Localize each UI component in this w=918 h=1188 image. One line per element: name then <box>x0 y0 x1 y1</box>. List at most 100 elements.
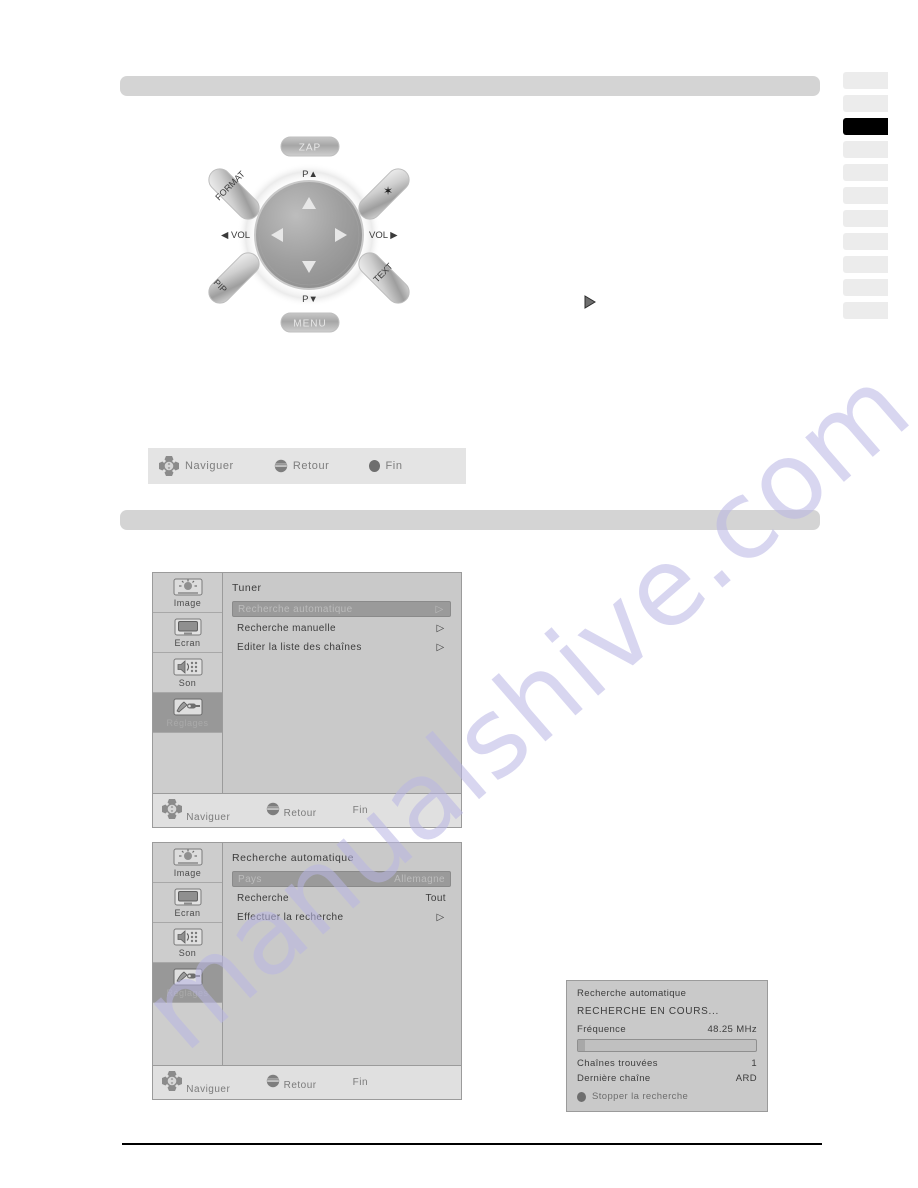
sidebar-empty-area <box>153 1003 222 1065</box>
menu-item-label: Recherche manuelle <box>237 622 336 634</box>
osd-sidebar: Image Ecran Son Réglages <box>153 843 223 1065</box>
menu-item-value: Allemagne <box>394 873 445 885</box>
osd-body: Image Ecran <box>153 843 461 1065</box>
submenu-arrow-icon: ▷ <box>436 622 445 634</box>
chapter-tab-6[interactable] <box>843 210 888 227</box>
sidebar-item-reglages[interactable]: Réglages <box>153 693 222 733</box>
remote-label-mute-icon: ✶ <box>383 184 393 198</box>
chapter-tab-7[interactable] <box>843 233 888 250</box>
menu-item-recherche[interactable]: Recherche Tout <box>232 890 451 906</box>
nav-hint-end[interactable]: Fin <box>353 805 368 816</box>
end-button-icon <box>369 460 381 472</box>
nav-hint-navigate[interactable]: Naviguer <box>161 798 230 823</box>
nav-hint-end-label: Fin <box>352 1077 369 1088</box>
remote-zap-label: ZAP <box>299 143 321 154</box>
osd-menu-recherche-automatique: Image Ecran Son Réglages Recherche autom… <box>152 842 462 1100</box>
stop-search-button[interactable]: Stopper la recherche <box>577 1091 757 1102</box>
chapter-tab-8[interactable] <box>843 256 888 273</box>
sidebar-item-label: Son <box>178 948 197 958</box>
submenu-arrow-icon: ▷ <box>436 641 445 653</box>
channels-found-value: 1 <box>751 1058 757 1069</box>
osd-content: Recherche automatique Pays Allemagne Rec… <box>223 843 461 1065</box>
sidebar-item-reglages[interactable]: Réglages <box>153 963 222 1003</box>
nav-hint-navigate[interactable]: Naviguer <box>158 455 234 477</box>
nav-hint-end[interactable]: Fin <box>353 1077 368 1088</box>
menu-item-label: Recherche automatique <box>238 603 353 615</box>
nav-hint-back[interactable]: Retour <box>266 1074 316 1091</box>
sidebar-item-label: Réglages <box>166 988 209 998</box>
sidebar-item-label: Image <box>173 598 202 608</box>
chapter-tab-1[interactable] <box>843 95 888 112</box>
sidebar-item-son[interactable]: Son <box>153 923 222 963</box>
chapter-tab-9[interactable] <box>843 279 888 296</box>
osd-sidebar: Image Ecran Son Réglages <box>153 573 223 793</box>
remote-menu-label: MENU <box>293 319 326 330</box>
dpad-icon <box>159 456 179 476</box>
settings-icon <box>171 697 205 717</box>
section-heading-bar-1 <box>120 76 820 96</box>
menu-item-editer-liste-chaines[interactable]: Editer la liste des chaînes ▷ <box>232 639 451 655</box>
osd-nav-hint-bar: Naviguer Retour Fin <box>153 1065 461 1099</box>
remote-label-vol-left: ◀ VOL <box>221 230 250 241</box>
chapter-tab-4[interactable] <box>843 164 888 181</box>
footer-rule <box>122 1143 822 1145</box>
nav-hint-navigate[interactable]: Naviguer <box>161 1070 230 1095</box>
nav-hint-navigate-label: Naviguer <box>186 812 231 823</box>
screen-icon <box>171 887 205 907</box>
chapter-tab-3[interactable] <box>843 141 888 158</box>
search-progress-bar <box>577 1039 757 1052</box>
sidebar-item-image[interactable]: Image <box>153 573 222 613</box>
osd-title: Recherche automatique <box>232 852 354 864</box>
search-progress-bar-fill <box>578 1040 586 1051</box>
chapter-tab-2[interactable] <box>843 118 888 135</box>
nav-hint-end-label: Fin <box>352 805 369 816</box>
frequency-label: Fréquence <box>577 1024 627 1035</box>
nav-hint-back-label: Retour <box>292 460 330 472</box>
menu-item-label: Effectuer la recherche <box>237 911 344 923</box>
picture-icon <box>171 577 205 597</box>
sidebar-item-son[interactable]: Son <box>153 653 222 693</box>
menu-item-label: Pays <box>238 873 262 885</box>
chapter-tab-10[interactable] <box>843 302 888 319</box>
chapter-tab-0[interactable] <box>843 72 888 89</box>
section-heading-bar-2 <box>120 510 820 530</box>
remote-menu-button: MENU <box>280 312 340 333</box>
sidebar-item-ecran[interactable]: Ecran <box>153 613 222 653</box>
stop-search-label: Stopper la recherche <box>592 1091 689 1102</box>
dpad-icon <box>162 799 182 819</box>
nav-hint-end-label: Fin <box>385 460 403 472</box>
nav-hint-back[interactable]: Retour <box>274 459 330 473</box>
submenu-arrow-icon: ▷ <box>435 603 444 615</box>
channels-found-label: Chaînes trouvées <box>577 1058 658 1069</box>
last-channel-value: ARD <box>735 1073 757 1084</box>
menu-item-recherche-manuelle[interactable]: Recherche manuelle ▷ <box>232 620 451 636</box>
dialog-title: Recherche automatique <box>577 988 687 999</box>
remote-navigation-pad-diagram: ZAP MENU P▲ P▼ ◀ VOL VOL ▶ FORMAT PIP TE… <box>208 136 410 333</box>
sidebar-item-label: Ecran <box>174 638 201 648</box>
nav-hint-back-label: Retour <box>283 808 317 819</box>
sidebar-item-image[interactable]: Image <box>153 843 222 883</box>
channels-found-line: Chaînes trouvées 1 <box>577 1058 757 1069</box>
sound-icon <box>171 927 205 947</box>
menu-item-pays[interactable]: Pays Allemagne <box>232 871 451 887</box>
nav-hint-navigate-label: Naviguer <box>186 1084 231 1095</box>
sidebar-item-ecran[interactable]: Ecran <box>153 883 222 923</box>
back-button-icon <box>274 459 288 473</box>
nav-hint-navigate-label: Naviguer <box>185 460 234 472</box>
nav-hint-end[interactable]: Fin <box>369 460 402 472</box>
nav-hint-back[interactable]: Retour <box>266 802 316 819</box>
osd-menu-tuner: Image Ecran Son Réglages Tuner Recherche… <box>152 572 462 828</box>
nav-hint-back-label: Retour <box>283 1080 317 1091</box>
screen-icon <box>171 617 205 637</box>
osd-body: Image Ecran <box>153 573 461 793</box>
menu-item-recherche-automatique[interactable]: Recherche automatique ▷ <box>232 601 451 617</box>
sidebar-empty-area <box>153 733 222 793</box>
chapter-tab-5[interactable] <box>843 187 888 204</box>
nav-hint-bar-standalone: Naviguer Retour Fin <box>148 448 466 484</box>
sidebar-item-label: Ecran <box>174 908 201 918</box>
sidebar-item-label: Image <box>173 868 202 878</box>
menu-item-effectuer-la-recherche[interactable]: Effectuer la recherche ▷ <box>232 909 451 925</box>
picture-icon <box>171 847 205 867</box>
osd-content: Tuner Recherche automatique ▷ Recherche … <box>223 573 461 793</box>
osd-title: Tuner <box>232 582 262 594</box>
